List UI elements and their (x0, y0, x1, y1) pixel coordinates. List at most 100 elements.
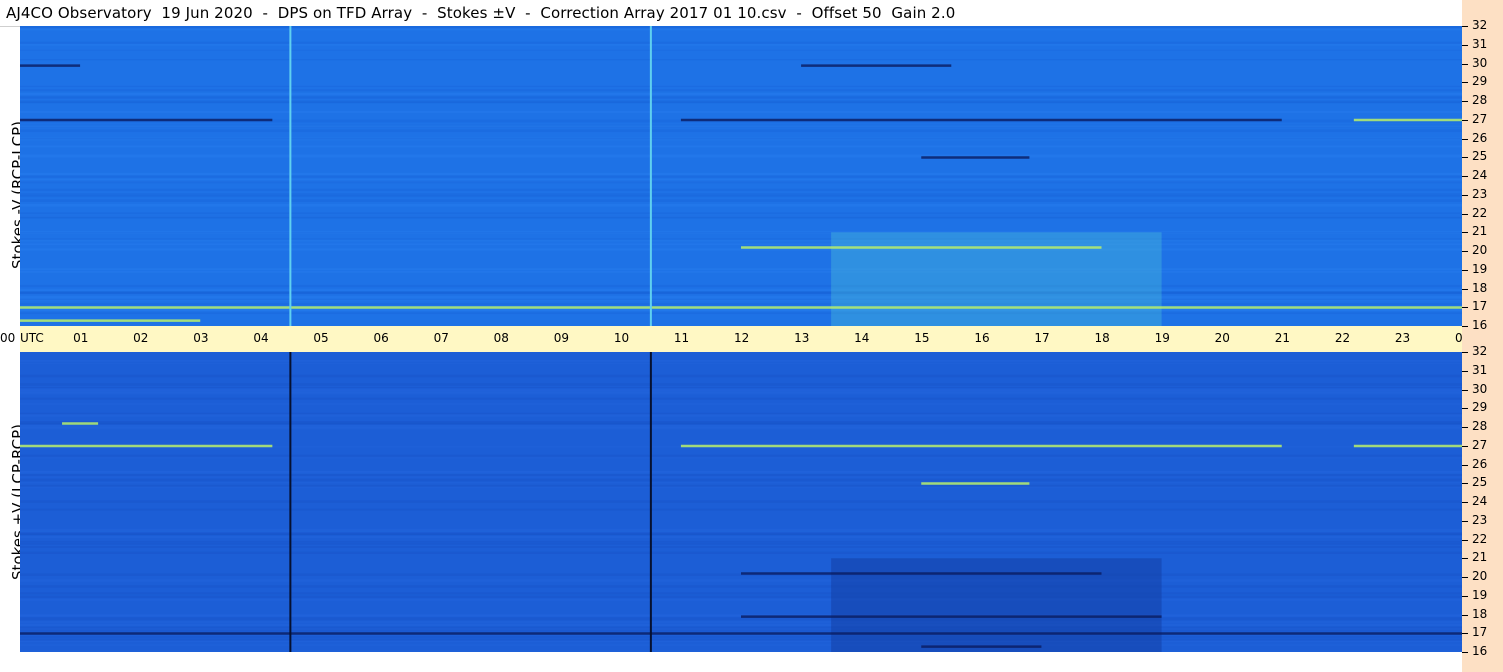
background-stripe (20, 540, 1462, 543)
chart-title: AJ4CO Observatory 19 Jun 2020 - DPS on T… (6, 4, 956, 22)
background-stripe (20, 628, 1462, 630)
background-stripe (20, 97, 1462, 99)
freq-tick-mark (1462, 633, 1468, 635)
freq-tick-label: 23 (1472, 186, 1488, 201)
background-stripe (20, 195, 1462, 198)
freq-tick-label: 18 (1472, 606, 1488, 621)
background-stripe (20, 175, 1462, 178)
background-stripe (20, 621, 1462, 623)
background-stripe (20, 390, 1462, 393)
time-tick-label: 03 (193, 331, 209, 345)
background-stripe (20, 474, 1462, 477)
horizontal-feature (62, 422, 99, 425)
background-stripe (20, 125, 1462, 128)
background-stripe (20, 482, 1462, 484)
background-stripe (20, 598, 1462, 601)
freq-tick-label: 23 (1472, 512, 1488, 527)
background-stripe (20, 312, 1462, 315)
horizontal-feature (20, 118, 273, 122)
background-stripe (20, 309, 1462, 312)
background-stripe (20, 528, 1462, 532)
horizontal-feature (741, 572, 1102, 575)
background-stripe (20, 636, 1462, 638)
freq-tick-mark (1462, 288, 1468, 290)
background-stripe (20, 421, 1462, 424)
time-tick-label: 06 (373, 331, 389, 345)
horizontal-feature (20, 444, 273, 448)
vertical-feature (289, 352, 292, 652)
background-stripe (20, 533, 1462, 535)
background-stripe (20, 49, 1462, 51)
horizontal-feature (680, 118, 1282, 122)
freq-tick-mark (1462, 370, 1468, 372)
freq-tick-mark (1462, 352, 1468, 353)
freq-tick-mark (1462, 445, 1468, 447)
background-stripe (20, 403, 1462, 405)
time-tick-label: 13 (794, 331, 810, 345)
background-stripe (20, 383, 1462, 386)
time-tick-label: 04 (253, 331, 269, 345)
freq-tick-mark (1462, 82, 1468, 84)
freq-tick-label: 17 (1472, 625, 1488, 640)
background-stripe (20, 41, 1462, 45)
background-stripe (20, 302, 1462, 306)
freq-tick-mark (1462, 63, 1468, 65)
freq-tick-label: 16 (1472, 644, 1488, 658)
background-stripe (20, 29, 1462, 31)
background-stripe (20, 585, 1462, 588)
freq-tick-mark (1462, 614, 1468, 616)
background-stripe (20, 271, 1462, 273)
freq-tick-label: 28 (1472, 419, 1488, 433)
background-stripe (20, 284, 1462, 288)
background-stripe (20, 579, 1462, 582)
time-unit-label: UTC (20, 331, 44, 345)
time-tick-label: 17 (1034, 331, 1050, 345)
freq-tick-mark (1462, 520, 1468, 522)
top-spectrogram-svg (20, 26, 1462, 326)
freq-tick-mark (1462, 119, 1468, 121)
freq-tick-mark (1462, 176, 1468, 177)
time-tick-label: 02 (133, 331, 149, 345)
freq-tick-label: 30 (1472, 381, 1488, 396)
background-stripe (20, 199, 1462, 203)
background-stripe (20, 193, 1462, 196)
horizontal-feature (20, 64, 81, 67)
time-tick-label: 18 (1094, 331, 1110, 345)
freq-tick-label: 26 (1472, 130, 1488, 145)
title-bar: AJ4CO Observatory 19 Jun 2020 - DPS on T… (0, 0, 1462, 27)
freq-tick-label: 30 (1472, 55, 1488, 70)
freq-tick-mark (1462, 408, 1468, 410)
background-stripe (20, 145, 1462, 148)
top-spectrogram (20, 26, 1462, 326)
horizontal-feature (741, 246, 1102, 249)
freq-tick-label: 31 (1472, 36, 1488, 51)
freq-tick-label: 19 (1472, 587, 1488, 602)
background-stripe (20, 454, 1462, 458)
freq-tick-mark (1462, 427, 1468, 428)
freq-tick-label: 32 (1472, 344, 1488, 358)
freq-tick-label: 29 (1472, 74, 1488, 89)
background-stripe (20, 650, 1462, 652)
freq-tick-mark (1462, 269, 1468, 271)
time-tick-label: 16 (974, 331, 990, 345)
time-tick-label: 23 (1394, 331, 1411, 345)
background-stripe (20, 500, 1462, 503)
background-stripe (20, 240, 1462, 242)
background-stripe (20, 243, 1462, 245)
vertical-feature (289, 26, 292, 326)
background-stripe (20, 188, 1462, 192)
background-stripe (20, 100, 1462, 104)
freq-tick-label: 27 (1472, 437, 1488, 452)
freq-tick-label: 21 (1472, 550, 1488, 565)
freq-tick-mark (1462, 44, 1468, 46)
freq-tick-mark (1462, 652, 1468, 653)
time-tick-label: 21 (1274, 331, 1291, 345)
time-tick-label: 19 (1154, 331, 1170, 345)
background-stripe (20, 232, 1462, 234)
background-stripe (20, 268, 1462, 271)
vertical-feature (649, 26, 652, 326)
background-stripe (20, 129, 1462, 133)
time-tick-label: 01 (73, 331, 89, 345)
time-tick-label: 07 (433, 331, 449, 345)
horizontal-feature (921, 645, 1042, 648)
